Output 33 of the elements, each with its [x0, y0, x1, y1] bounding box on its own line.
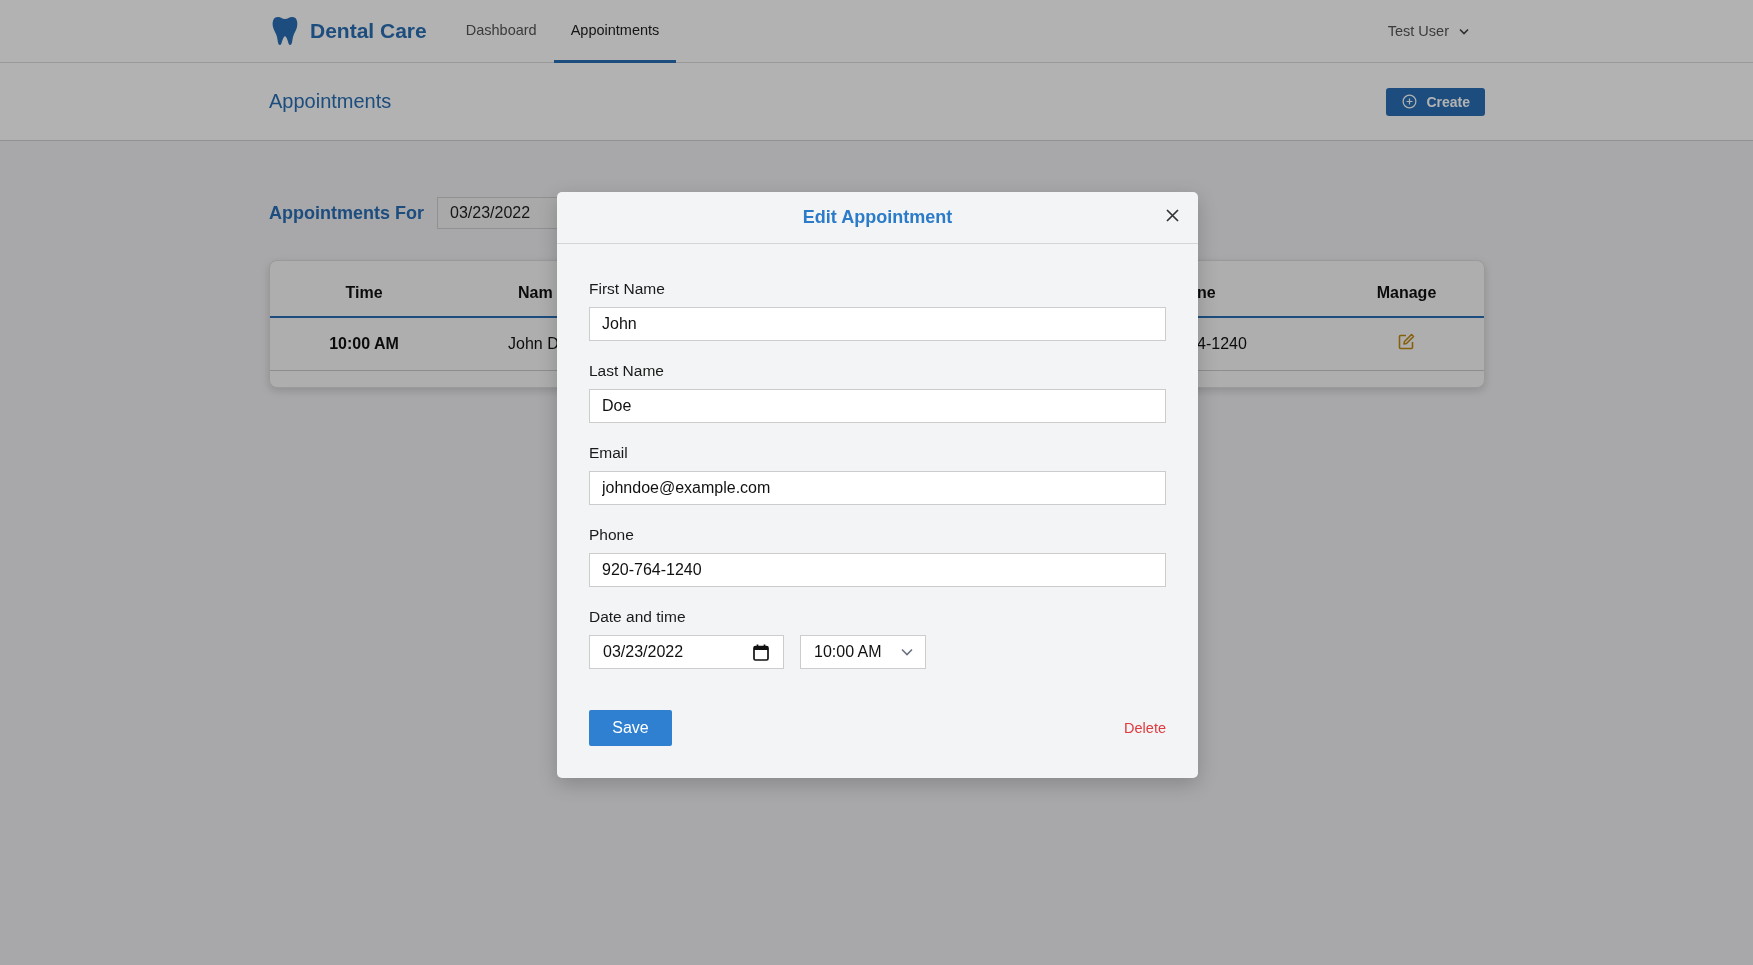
time-select[interactable]: 10:00 AM: [800, 635, 926, 669]
chevron-down-icon: [901, 648, 913, 656]
column-header: Time: [345, 282, 383, 302]
table-cell: 4-1240: [1197, 335, 1247, 353]
brand-name[interactable]: Dental Care: [310, 19, 427, 43]
input-field[interactable]: johndoe@example.com: [589, 471, 1166, 505]
edit-icon[interactable]: [1398, 332, 1415, 350]
user-menu[interactable]: Test User: [1387, 0, 1469, 62]
plus-circle-icon: [1402, 94, 1418, 109]
input-field[interactable]: Doe: [589, 389, 1166, 423]
create-button[interactable]: Create: [1386, 87, 1485, 116]
input-field[interactable]: John: [589, 307, 1166, 341]
column-header: Manage: [1376, 282, 1437, 302]
delete-link[interactable]: Delete: [1124, 720, 1166, 736]
input-field[interactable]: 920-764-1240: [589, 553, 1166, 587]
field-label: Date and time: [589, 608, 687, 626]
table-cell: 10:00 AM: [329, 335, 399, 353]
page-title: Appointments: [269, 90, 392, 113]
column-header: ne: [1197, 282, 1216, 302]
chevron-down-icon: [1459, 27, 1469, 35]
filter-label: Appointments For: [269, 202, 424, 224]
date-field[interactable]: 03/23/2022: [589, 635, 784, 669]
tooth-icon[interactable]: [272, 16, 298, 46]
close-icon: [1166, 209, 1179, 222]
save-button[interactable]: Save: [589, 710, 672, 746]
field-label: First Name: [589, 280, 666, 298]
field-label: Last Name: [589, 362, 665, 380]
column-header: Nam: [518, 282, 553, 302]
field-label: Email: [589, 444, 629, 462]
calendar-icon: [753, 643, 769, 661]
dialog-title: Edit Appointment: [802, 207, 953, 228]
field-label: Phone: [589, 526, 635, 544]
nav-tab[interactable]: Dashboard: [444, 0, 554, 63]
